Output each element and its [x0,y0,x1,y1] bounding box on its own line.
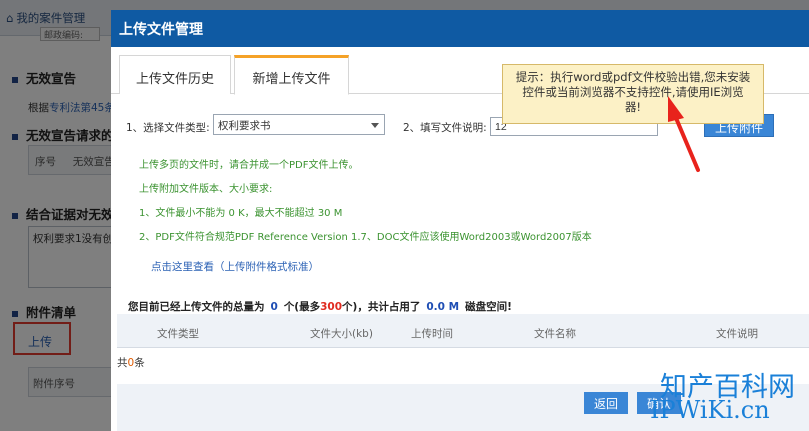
watermark-en: IPWiKi.cn [650,396,770,424]
